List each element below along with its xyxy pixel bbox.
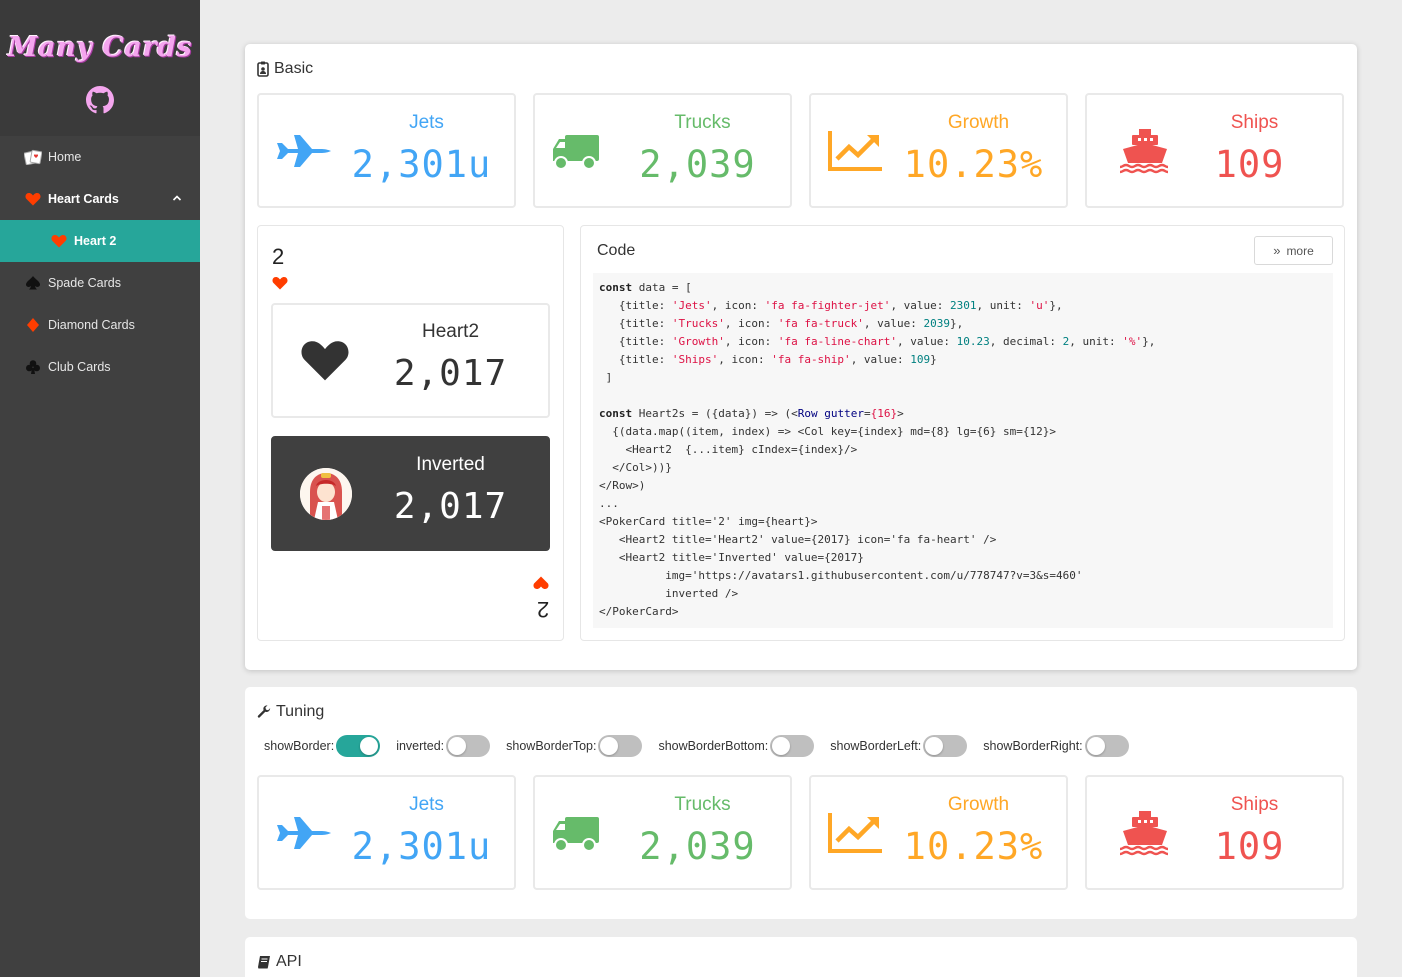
panel-title: Basic	[257, 60, 313, 78]
spade-icon	[24, 274, 42, 292]
toggle-inverted: inverted:	[396, 735, 491, 757]
double-right-icon: »	[1273, 243, 1281, 258]
card-value: 10.23%	[903, 825, 1044, 868]
toggle-show-border-bottom: showBorderBottom:	[658, 735, 815, 757]
sidebar-menu: Home Heart Cards Heart 2 Spade Cards Dia…	[0, 136, 200, 388]
stat-card-jets: Jets 2,301u	[257, 93, 516, 208]
sidebar-item-heart-cards[interactable]: Heart Cards	[0, 178, 200, 220]
heart-icon	[301, 341, 349, 381]
card-value: 2,301u	[351, 825, 492, 868]
avatar	[300, 468, 352, 520]
fighter-jet-icon	[277, 817, 331, 849]
panel-title: API	[257, 953, 302, 971]
truck-icon	[553, 817, 599, 852]
show-border-right-switch[interactable]	[1084, 735, 1129, 757]
app-logo[interactable]: Many Cards	[0, 32, 200, 63]
sidebar-item-label: Spade Cards	[48, 276, 121, 290]
show-border-top-switch[interactable]	[598, 735, 643, 757]
toggle-show-border-left: showBorderLeft:	[830, 735, 968, 757]
toggle-bar: showBorder: inverted: showBorderTop: sho…	[264, 735, 1145, 757]
line-chart-icon	[828, 813, 882, 853]
stat-card-jets: Jets 2,301u	[257, 775, 516, 890]
card-title: Jets	[409, 112, 444, 133]
card-title: Ships	[1230, 794, 1279, 815]
inverted-switch[interactable]	[446, 735, 491, 757]
sidebar-item-label: Heart 2	[74, 234, 117, 248]
tuning-panel: Tuning showBorder: inverted: showBorderT…	[245, 687, 1357, 919]
card-value: 2,039	[639, 825, 756, 868]
toggle-show-border-right: showBorderRight:	[983, 735, 1129, 757]
sidebar-item-club-cards[interactable]: Club Cards	[0, 346, 200, 388]
card-value: 10.23%	[903, 143, 1044, 186]
stat-card-trucks: Trucks 2,039	[533, 93, 792, 208]
panel-title: Tuning	[257, 703, 324, 721]
sidebar-header: Many Cards	[0, 0, 200, 136]
card-title: Ships	[1230, 112, 1279, 133]
show-border-left-switch[interactable]	[923, 735, 968, 757]
diamond-icon	[24, 316, 42, 334]
inverted-card: Inverted 2,017	[271, 436, 550, 551]
card-title: Inverted	[416, 454, 485, 475]
id-badge-icon	[257, 61, 269, 77]
sidebar-item-home[interactable]: Home	[0, 136, 200, 178]
heart-icon	[533, 576, 549, 589]
stat-card-ships: Ships 109	[1085, 93, 1344, 208]
card-value: 2,301u	[351, 143, 492, 186]
club-icon	[24, 358, 42, 376]
toggle-show-border-top: showBorderTop:	[506, 735, 643, 757]
card-title: Growth	[947, 794, 1010, 815]
heart-icon	[24, 190, 42, 208]
sidebar-item-diamond-cards[interactable]: Diamond Cards	[0, 304, 200, 346]
card-title: Jets	[409, 794, 444, 815]
more-button[interactable]: » more	[1254, 236, 1333, 265]
show-border-bottom-switch[interactable]	[770, 735, 815, 757]
code-box: Code » more const data = [ {title: 'Jets…	[580, 225, 1345, 641]
card-rank-bottom: 2	[536, 597, 549, 622]
card-value: 2,017	[393, 486, 508, 527]
card-value: 109	[1214, 825, 1285, 868]
heart-icon	[50, 232, 68, 250]
card-value: 2,039	[639, 143, 756, 186]
sidebar-item-label: Club Cards	[48, 360, 111, 374]
card-title: Heart2	[421, 321, 480, 342]
sidebar-item-label: Diamond Cards	[48, 318, 135, 332]
sidebar-item-label: Heart Cards	[48, 192, 119, 206]
card-value: 2,017	[393, 353, 508, 394]
card-rank: 2	[272, 244, 285, 269]
sidebar-item-label: Home	[48, 150, 82, 164]
card-title: Trucks	[674, 794, 731, 815]
sidebar: Many Cards Home Heart Cards Heart 2 Spad…	[0, 0, 200, 977]
fighter-jet-icon	[277, 135, 331, 167]
code-title: Code	[597, 242, 636, 259]
sidebar-item-spade-cards[interactable]: Spade Cards	[0, 262, 200, 304]
wrench-icon	[257, 705, 271, 718]
show-border-switch[interactable]	[336, 735, 381, 757]
chevron-up-icon[interactable]	[172, 193, 182, 203]
line-chart-icon	[828, 131, 882, 171]
card-title: Trucks	[674, 112, 731, 133]
card-value: 109	[1214, 143, 1285, 186]
heart-icon	[272, 277, 288, 290]
cards-icon	[24, 148, 42, 166]
truck-icon	[553, 135, 599, 170]
stat-card-growth: Growth 10.23%	[809, 93, 1068, 208]
stat-card-ships: Ships 109	[1085, 775, 1344, 890]
heart2-card: Heart2 2,017	[271, 303, 550, 418]
toggle-show-border: showBorder:	[264, 735, 381, 757]
poker-card: 2 Heart2 2,017 Inverted 2,017 2	[257, 225, 564, 641]
sidebar-item-heart-2[interactable]: Heart 2	[0, 220, 200, 262]
book-icon	[258, 956, 270, 969]
stat-card-trucks: Trucks 2,039	[533, 775, 792, 890]
api-panel: API	[245, 937, 1357, 977]
github-icon[interactable]	[86, 86, 114, 114]
stat-card-growth: Growth 10.23%	[809, 775, 1068, 890]
basic-panel: Basic Jets 2,301u Trucks 2,039 Growth 10…	[245, 44, 1357, 670]
code-block: const data = [ {title: 'Jets', icon: 'fa…	[593, 273, 1333, 628]
card-title: Growth	[947, 112, 1010, 133]
